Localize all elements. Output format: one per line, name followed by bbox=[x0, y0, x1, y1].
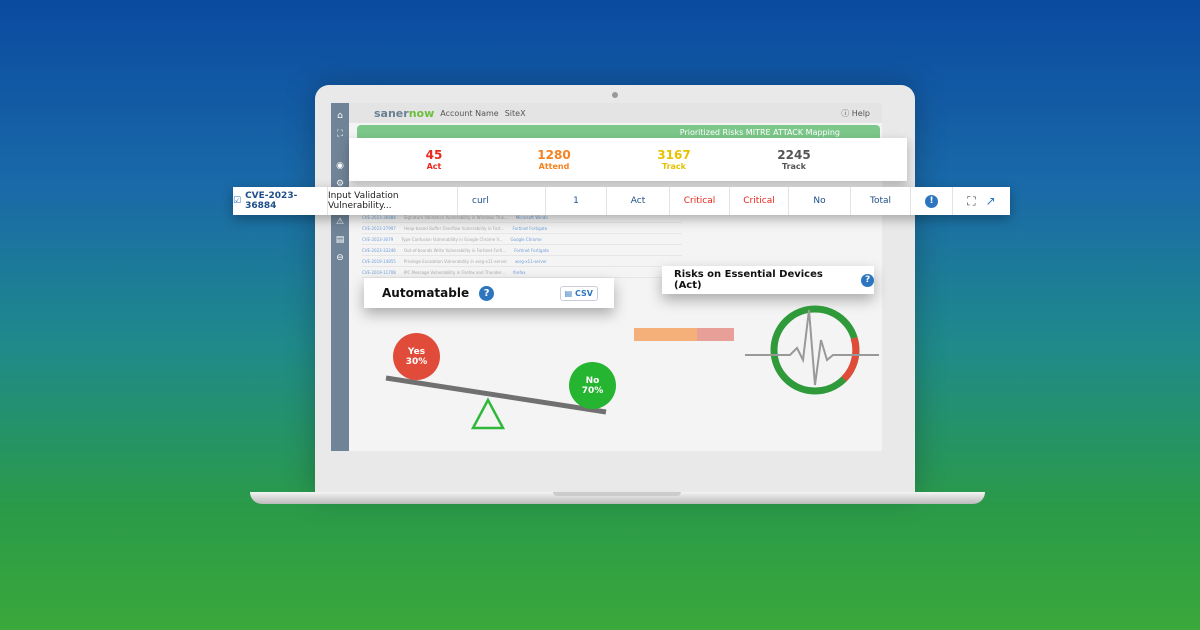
essential-devices-card: Risks on Essential Devices (Act)? bbox=[662, 266, 874, 294]
checkbox-icon[interactable]: ☑ bbox=[233, 196, 241, 206]
site-name[interactable]: SiteX bbox=[505, 109, 526, 118]
row-product[interactable]: firefox bbox=[513, 270, 526, 275]
card-title: Automatable bbox=[382, 286, 470, 300]
logo: sanernow bbox=[374, 106, 435, 120]
severity-cell-2: Critical bbox=[730, 187, 789, 215]
warning-icon[interactable]: ⚠ bbox=[331, 217, 349, 227]
top-bar: sanernow Account Name SiteX ⓘ Help bbox=[349, 103, 882, 123]
row-cve[interactable]: CVE-2019-14855 bbox=[362, 259, 396, 264]
row-title: IPC Message Vulnerability in Firefox and… bbox=[403, 269, 505, 275]
product-cell[interactable]: curl bbox=[458, 187, 546, 215]
logout-icon[interactable]: ⊖ bbox=[331, 253, 349, 263]
action-cell: Act bbox=[607, 187, 670, 215]
row-cve[interactable]: CVE-2023-27997 bbox=[362, 226, 396, 231]
risk-stats: 45 Act 1280 Attend 3167 Track 2245 Track bbox=[349, 138, 907, 181]
yes-ball: Yes 30% bbox=[393, 333, 440, 380]
account-name: Account Name bbox=[440, 108, 499, 118]
table-row[interactable]: ☑ CVE-2023-36884 Input Validation Vulnera… bbox=[233, 187, 1010, 215]
stat-track[interactable]: 3167 Track bbox=[614, 148, 734, 171]
camera bbox=[612, 92, 618, 98]
row-product[interactable]: Fortinet Fortigate bbox=[514, 248, 549, 253]
help-link[interactable]: ⓘ Help bbox=[841, 108, 870, 119]
network-map-icon[interactable]: ⛶ bbox=[967, 194, 975, 209]
row-title: Heap-based Buffer Overflow Vulnerability… bbox=[403, 225, 505, 231]
gauge-red-segment bbox=[841, 336, 860, 382]
row-cve[interactable]: CVE-2023-36884 bbox=[362, 215, 396, 220]
card-title: Risks on Essential Devices (Act) bbox=[674, 269, 823, 291]
row-title: Privilege Escalation Vulnerability in xo… bbox=[403, 258, 508, 264]
essential-devices-gauge bbox=[745, 305, 879, 395]
background-table-row[interactable]: CVE-2023-3079 Type Confusion Vulnerabilit… bbox=[362, 234, 682, 245]
row-product[interactable]: Microsoft Windo bbox=[516, 215, 548, 220]
csv-button[interactable]: ▤ CSV bbox=[559, 285, 598, 301]
background-table-row[interactable]: CVE-2019-11708 IPC Message Vulnerability … bbox=[362, 267, 682, 278]
help-icon[interactable]: ? bbox=[479, 285, 495, 301]
severity-cell: Critical bbox=[670, 187, 730, 215]
stat-track-2[interactable]: 2245 Track bbox=[734, 148, 854, 171]
sidebar: ⌂ ⛶ ◉ ⚙ ⚠ ▤ ⊖ bbox=[331, 103, 349, 451]
home-icon[interactable]: ⌂ bbox=[331, 111, 349, 121]
automatable-cell: No bbox=[789, 187, 851, 215]
row-product[interactable]: Google Chrome bbox=[511, 237, 542, 242]
row-title: Signature Validation Vulnerability in Wi… bbox=[403, 214, 508, 220]
external-link-icon[interactable]: ↗ bbox=[986, 194, 996, 208]
fulcrum-triangle bbox=[470, 397, 506, 430]
impact-cell: Total bbox=[851, 187, 911, 215]
stat-attend[interactable]: 1280 Attend bbox=[494, 148, 614, 171]
help-icon[interactable]: ? bbox=[861, 273, 874, 287]
row-title: Type Confusion Vulnerability in Google C… bbox=[401, 236, 503, 242]
row-cve[interactable]: CVE-2023-33246 bbox=[362, 248, 396, 253]
cve-cell[interactable]: ☑ CVE-2023-36884 bbox=[233, 187, 328, 215]
stat-act[interactable]: 45 Act bbox=[374, 148, 494, 171]
background-table-row[interactable]: CVE-2023-33246 Out-of-bounds Write Vulner… bbox=[362, 245, 682, 256]
row-product[interactable]: Fortinet Fortigate bbox=[512, 226, 547, 231]
row-product[interactable]: xorg-x11-server bbox=[515, 259, 547, 264]
row-cve[interactable]: CVE-2023-3079 bbox=[362, 237, 393, 242]
background-table-row[interactable]: CVE-2023-27997 Heap-based Buffer Overflow… bbox=[362, 223, 682, 234]
eye-icon[interactable]: ◉ bbox=[331, 161, 349, 171]
network-icon[interactable]: ⛶ bbox=[331, 129, 349, 139]
no-ball: No 70% bbox=[569, 362, 616, 409]
count-cell: 1 bbox=[546, 187, 607, 215]
row-cve[interactable]: CVE-2019-11708 bbox=[362, 270, 396, 275]
technical-impact-bar bbox=[634, 328, 734, 341]
row-title: Out-of-bounds Write Vulnerability in For… bbox=[403, 247, 507, 253]
automatable-card: Automatable? ▤ CSV bbox=[364, 278, 614, 308]
clipboard-icon[interactable]: ▤ bbox=[331, 235, 349, 245]
title-cell: Input Validation Vulnerability... bbox=[328, 187, 458, 215]
laptop-notch bbox=[553, 492, 681, 496]
background-table-row[interactable]: CVE-2019-14855 Privilege Escalation Vulne… bbox=[362, 256, 682, 267]
info-icon[interactable]: ! bbox=[925, 194, 938, 208]
